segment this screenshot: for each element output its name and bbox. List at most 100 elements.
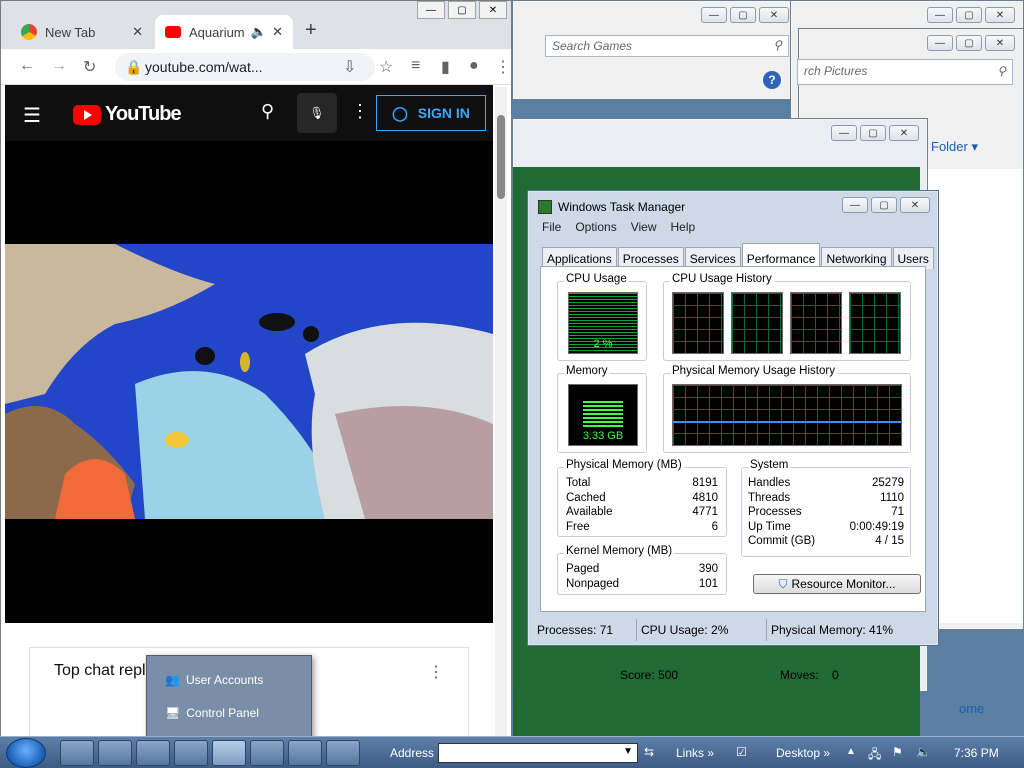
chat-title[interactable]: Top chat repl: [54, 662, 146, 680]
close-button[interactable]: ✕: [985, 7, 1015, 23]
close-tab-icon[interactable]: ✕: [132, 24, 143, 40]
taskbar-app-button[interactable]: [250, 740, 284, 766]
stat-row: Paged 390: [566, 563, 718, 575]
clock[interactable]: 7:36 PM: [954, 746, 999, 760]
partial-link[interactable]: ome: [959, 701, 984, 716]
games-window[interactable]: — ▢ ✕ Search Games ⚲ ?: [512, 0, 800, 100]
taskbar-app-button[interactable]: [212, 740, 246, 766]
video-player[interactable]: [5, 244, 493, 519]
new-tab-button[interactable]: +: [305, 19, 317, 42]
reload-button[interactable]: ↻: [83, 57, 96, 77]
chat-options-icon[interactable]: ⋮: [428, 662, 444, 682]
task-manager-window[interactable]: Windows Task Manager — ▢ ✕ File Options Vi…: [527, 190, 939, 646]
microphone-icon[interactable]: 🎙: [297, 93, 337, 133]
taskbar-app-button[interactable]: [136, 740, 170, 766]
go-icon[interactable]: ⇆: [644, 745, 654, 759]
menu-file[interactable]: File: [542, 220, 561, 238]
maximize-button[interactable]: ▢: [956, 35, 982, 51]
bookmark-star-icon[interactable]: ☆: [379, 57, 393, 77]
cpu-usage-meter: 2 %: [568, 292, 638, 354]
tab-label: Aquarium: [189, 24, 245, 40]
menu-view[interactable]: View: [631, 220, 657, 238]
search-icon: ⚲: [997, 64, 1006, 78]
side-panel-icon[interactable]: ▮: [441, 57, 450, 77]
start-button[interactable]: [6, 738, 46, 768]
address-toolbar-label: Address: [390, 746, 435, 760]
resource-monitor-button[interactable]: ⛉ Resource Monitor...: [753, 574, 921, 594]
memory-meter: 3.33 GB: [568, 384, 638, 446]
close-button[interactable]: ✕: [900, 197, 930, 213]
search-icon[interactable]: ⚲: [261, 101, 274, 122]
minimize-button[interactable]: —: [417, 1, 445, 19]
links-toolbar[interactable]: Links »: [676, 746, 714, 760]
close-button[interactable]: ✕: [889, 125, 919, 141]
system-group: System Handles 25279 Threads 1110 Processe…: [741, 459, 911, 557]
youtube-logo[interactable]: YouTube: [73, 103, 182, 126]
shield-icon: ⛉: [778, 576, 788, 591]
address-input[interactable]: ▼: [438, 743, 638, 763]
volume-icon[interactable]: 🔈: [916, 745, 931, 759]
close-button[interactable]: ✕: [759, 7, 789, 23]
minimize-button[interactable]: —: [842, 197, 868, 213]
youtube-favicon: [165, 26, 181, 38]
chrome-icon: [21, 24, 37, 40]
maximize-button[interactable]: ▢: [860, 125, 886, 141]
media-control-icon[interactable]: ≡: [411, 57, 420, 75]
tab-label: New Tab: [45, 24, 96, 40]
hamburger-menu-icon[interactable]: ☰: [23, 103, 41, 128]
sign-in-button[interactable]: ◯ SIGN IN: [376, 95, 486, 131]
page-scrollbar[interactable]: [495, 87, 507, 737]
tray-expand-icon[interactable]: ▲: [846, 746, 856, 757]
menu-kebab-icon[interactable]: ⋮: [495, 57, 511, 77]
tab-new-tab[interactable]: New Tab ✕: [11, 15, 153, 49]
maximize-button[interactable]: ▢: [730, 7, 756, 23]
help-icon[interactable]: ?: [763, 71, 781, 89]
menu-item-control-panel[interactable]: 🖥 Control Panel: [165, 702, 259, 724]
profile-avatar[interactable]: ●: [469, 57, 479, 75]
minimize-button[interactable]: —: [831, 125, 857, 141]
forward-button[interactable]: →: [51, 57, 67, 75]
close-button[interactable]: ✕: [479, 1, 507, 19]
url-bar[interactable]: 🔒 youtube.com/wat...: [115, 53, 375, 81]
taskbar-app-button[interactable]: [98, 740, 132, 766]
install-icon[interactable]: ⇩: [343, 57, 356, 77]
maximize-button[interactable]: ▢: [956, 7, 982, 23]
maximize-button[interactable]: ▢: [448, 1, 476, 19]
pictures-search-input[interactable]: rch Pictures ⚲: [797, 59, 1013, 85]
maximize-button[interactable]: ▢: [871, 197, 897, 213]
close-button[interactable]: ✕: [985, 35, 1015, 51]
taskbar-chrome-button[interactable]: [174, 740, 208, 766]
user-accounts-icon: 👥: [165, 673, 180, 687]
scrollbar-thumb[interactable]: [497, 115, 505, 199]
games-search-input[interactable]: Search Games ⚲: [545, 35, 789, 57]
account-icon: ◯: [392, 104, 408, 121]
audio-icon[interactable]: 🔈: [251, 24, 267, 40]
lock-icon: 🔒: [125, 59, 143, 75]
chrome-window[interactable]: New Tab ✕ Aquarium 🔈 ✕ + — ▢ ✕ ← → ↻ 🔒 you…: [0, 0, 512, 741]
tab-aquarium[interactable]: Aquarium 🔈 ✕: [155, 15, 293, 49]
menu-options[interactable]: Options: [575, 220, 616, 238]
taskbar-app-button[interactable]: [326, 740, 360, 766]
taskbar-app-button[interactable]: [60, 740, 94, 766]
minimize-button[interactable]: —: [927, 35, 953, 51]
menu-item-user-accounts[interactable]: 👥 User Accounts: [165, 669, 263, 691]
close-tab-icon[interactable]: ✕: [272, 24, 283, 40]
kernel-memory-group: Kernel Memory (MB) Paged 390 Nonpaged 101: [557, 545, 727, 595]
minimize-button[interactable]: —: [927, 7, 953, 23]
dropdown-arrow-icon[interactable]: ▼: [623, 746, 633, 757]
minimize-button[interactable]: —: [701, 7, 727, 23]
youtube-page: ☰ YouTube ⚲ 🎙 ⋮ ◯ SIGN IN: [5, 85, 493, 623]
toolbar-icon[interactable]: ☑: [736, 745, 747, 759]
desktop-toolbar[interactable]: Desktop »: [776, 746, 830, 760]
back-button[interactable]: ←: [19, 57, 35, 75]
action-center-icon[interactable]: ⚑: [892, 745, 903, 759]
status-memory: Physical Memory: 41%: [771, 623, 894, 637]
stat-row: Cached 4810: [566, 491, 718, 504]
folder-link[interactable]: Folder ▾: [931, 139, 978, 155]
taskbar-app-button[interactable]: [288, 740, 322, 766]
menu-help[interactable]: Help: [671, 220, 696, 238]
network-icon[interactable]: 🖧: [868, 745, 881, 766]
stat-row: Total 8191: [566, 477, 718, 489]
more-options-icon[interactable]: ⋮: [351, 101, 369, 122]
stat-row: Available 4771: [566, 506, 718, 518]
